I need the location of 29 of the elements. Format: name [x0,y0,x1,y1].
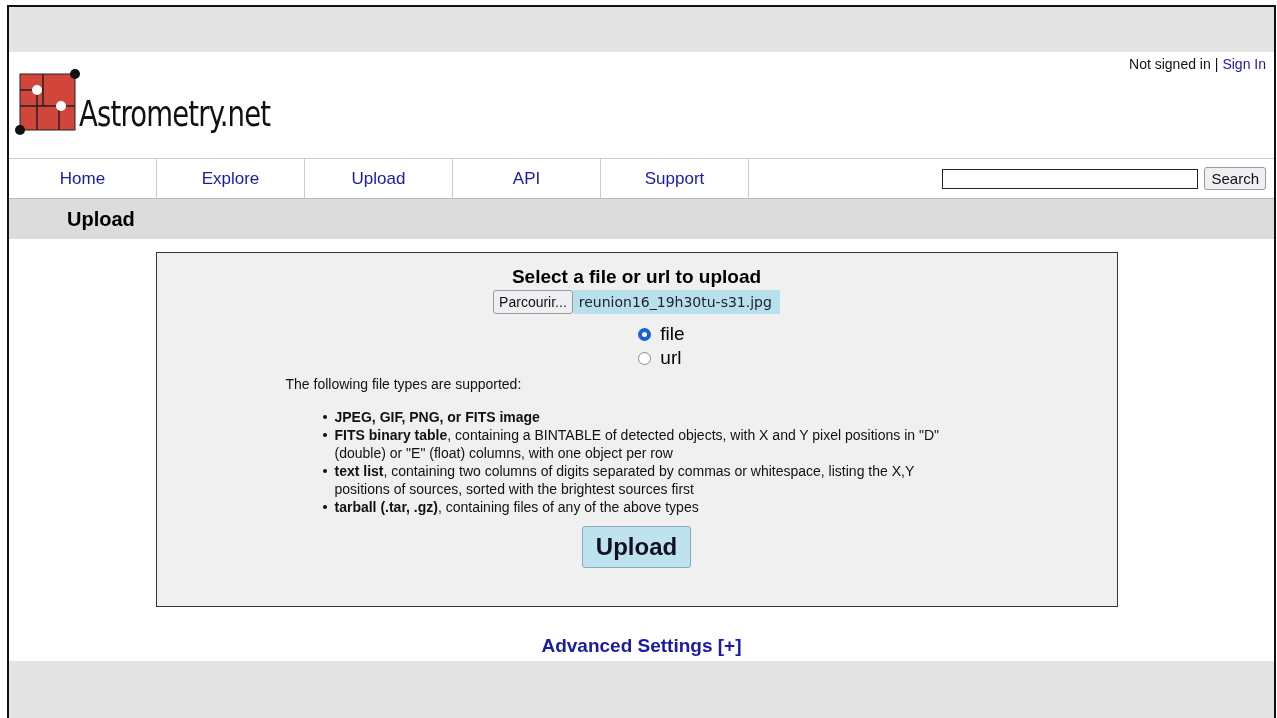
logo-icon [15,68,81,136]
sign-in-link[interactable]: Sign In [1222,56,1266,72]
upload-button[interactable]: Upload [581,526,692,568]
advanced-settings-link[interactable]: Advanced Settings [+] [541,635,742,657]
nav-link[interactable]: Upload [305,159,453,198]
form-heading: Select a file or url to upload [511,266,762,288]
auth-status: Not signed in [1129,56,1211,72]
separator: | [1214,56,1219,72]
radio-label: url [660,347,682,369]
search-button[interactable]: Search [1204,167,1266,190]
radio-label: file [660,323,685,345]
file-name: reunion16_19h30tu-s31.jpg [572,290,780,314]
intro-text: The following file types are supported: [285,376,523,392]
bullet-icon [322,505,327,509]
nav-link[interactable]: Support [601,159,749,198]
bullet-icon [322,433,327,437]
page-title: Upload [67,207,135,231]
list-item-text: JPEG, GIF, PNG, or FITS image [334,408,540,426]
bullet-icon [322,469,327,473]
bullet-icon [322,415,327,419]
nav-link[interactable]: Explore [157,159,305,198]
browse-button[interactable]: Parcourir... [493,290,573,314]
nav-link[interactable]: Home [9,159,157,198]
site-name: Astrometry.net [79,93,271,134]
radio-button[interactable] [638,351,652,365]
nav-link[interactable]: API [453,159,601,198]
search-field[interactable] [942,168,1199,189]
radio-button[interactable] [638,327,652,341]
list-item-text: tarball (.tar, .gz), containing files of any of the above types [334,498,699,516]
